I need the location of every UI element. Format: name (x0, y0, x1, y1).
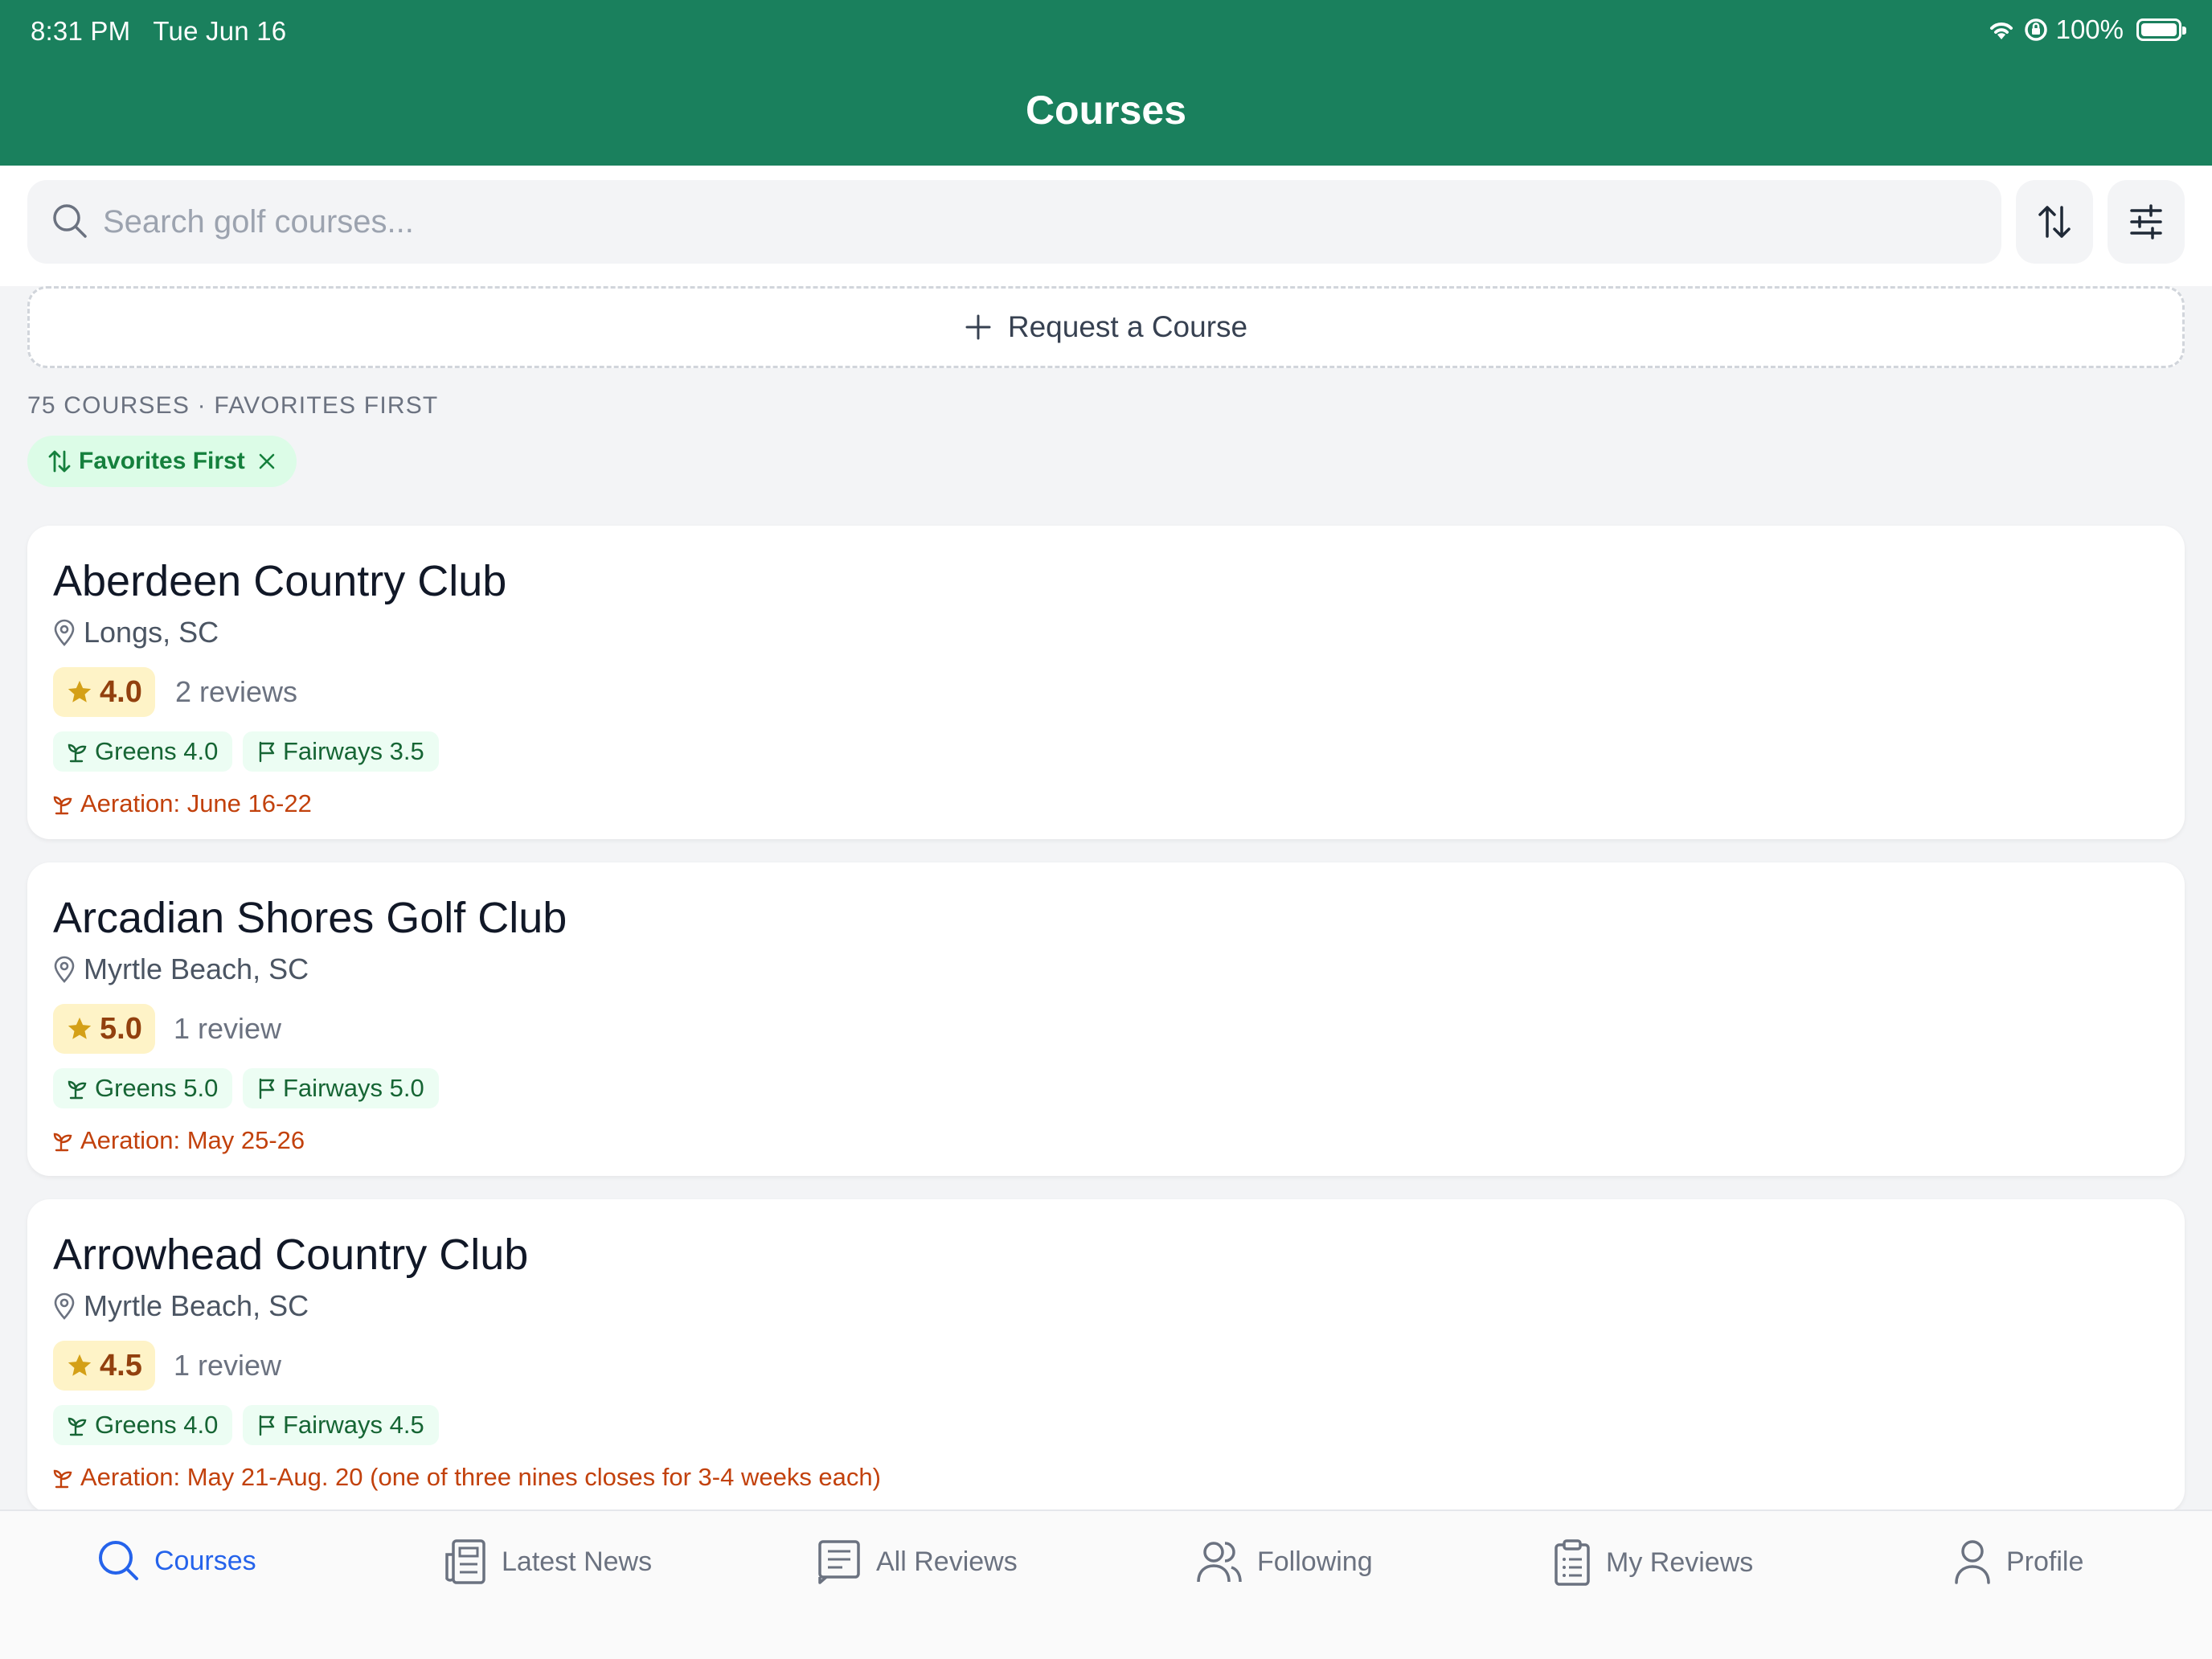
course-location-text: Longs, SC (84, 616, 219, 649)
status-clock: 8:31 PM (31, 16, 131, 46)
tab-label: All Reviews (876, 1546, 1018, 1577)
clipboard-icon (1555, 1539, 1590, 1586)
fairways-rating: Fairways 3.5 (283, 737, 424, 765)
status-date: Tue Jun 16 (153, 16, 287, 46)
star-icon (68, 1017, 92, 1039)
filter-button[interactable] (2108, 180, 2185, 264)
map-pin-icon (54, 956, 75, 983)
orientation-lock-icon (2024, 18, 2047, 41)
flag-icon (259, 1415, 275, 1436)
course-location: Myrtle Beach, SC (53, 952, 309, 986)
course-name: Aberdeen Country Club (53, 557, 507, 605)
battery-percent: 100% (2055, 14, 2124, 44)
plus-icon (965, 314, 991, 340)
rating-value: 4.5 (100, 1348, 142, 1382)
course-card[interactable]: Arrowhead Country Club Myrtle Beach, SC … (27, 1199, 2185, 1513)
tab-label: Following (1257, 1546, 1373, 1577)
tab-latest-news[interactable]: Latest News (442, 1538, 652, 1585)
flag-icon (259, 1078, 275, 1100)
flag-icon (259, 741, 275, 763)
sort-chip-label: Favorites First (79, 448, 245, 474)
sprout-icon (53, 1469, 72, 1489)
aeration-text: Aeration: June 16-22 (80, 789, 312, 817)
tab-bar: Courses Latest News All Reviews Followin… (0, 1509, 2212, 1659)
search-toolbar (0, 166, 2212, 286)
tab-all-reviews[interactable]: All Reviews (817, 1538, 1018, 1585)
aeration-text: Aeration: May 21-Aug. 20 (one of three n… (80, 1463, 881, 1491)
star-icon (68, 680, 92, 703)
greens-rating: Greens 5.0 (95, 1074, 219, 1102)
star-icon (68, 1354, 92, 1376)
page-title: Courses (1025, 88, 1187, 133)
map-pin-icon (54, 1292, 75, 1320)
fairways-rating: Fairways 5.0 (283, 1074, 424, 1102)
battery-icon (2136, 18, 2186, 41)
sort-chip-favorites-first[interactable]: Favorites First (27, 436, 297, 487)
tab-label: Profile (2006, 1546, 2084, 1577)
course-count-label: 75 COURSES · FAVORITES FIRST (27, 392, 439, 419)
search-input[interactable] (103, 180, 1976, 264)
course-location: Longs, SC (53, 616, 219, 649)
users-icon (1197, 1542, 1242, 1583)
fairways-tag: Fairways 5.0 (243, 1068, 439, 1108)
sliders-icon (2130, 204, 2162, 240)
person-icon (1955, 1540, 1990, 1584)
tab-my-reviews[interactable]: My Reviews (1553, 1538, 1753, 1587)
rating-badge: 4.0 (53, 667, 155, 717)
sprout-icon (68, 743, 87, 763)
review-count: 1 review (174, 1349, 282, 1382)
map-pin-icon (54, 619, 75, 646)
status-indicators: 100% (1987, 14, 2186, 45)
greens-tag: Greens 4.0 (53, 731, 233, 772)
course-location: Myrtle Beach, SC (53, 1289, 309, 1323)
course-location-text: Myrtle Beach, SC (84, 1289, 309, 1322)
rating-value: 4.0 (100, 674, 142, 709)
close-icon[interactable] (258, 453, 276, 470)
search-icon (99, 1541, 138, 1580)
search-icon (53, 204, 87, 238)
sprout-icon (68, 1417, 87, 1436)
request-course-label: Request a Course (1007, 310, 1248, 343)
aeration-notice: Aeration: May 21-Aug. 20 (one of three n… (53, 1463, 881, 1492)
request-course-button[interactable]: Request a Course (27, 286, 2185, 368)
app-header: 8:31 PM Tue Jun 16 100% Courses (0, 0, 2212, 166)
tab-courses[interactable]: Courses (96, 1538, 256, 1583)
sort-button[interactable] (2016, 180, 2093, 264)
rating-value: 5.0 (100, 1011, 142, 1046)
fairways-rating: Fairways 4.5 (283, 1411, 424, 1439)
greens-tag: Greens 5.0 (53, 1068, 233, 1108)
review-count: 2 reviews (175, 675, 298, 708)
sort-arrows-icon (48, 450, 71, 473)
course-card[interactable]: Arcadian Shores Golf Club Myrtle Beach, … (27, 862, 2185, 1176)
document-icon (818, 1540, 860, 1584)
tab-label: Courses (154, 1545, 256, 1576)
rating-badge: 5.0 (53, 1004, 155, 1054)
tab-following[interactable]: Following (1196, 1538, 1373, 1585)
tab-label: My Reviews (1606, 1546, 1754, 1578)
greens-rating: Greens 4.0 (95, 1411, 219, 1439)
course-name: Arcadian Shores Golf Club (53, 894, 567, 942)
sprout-icon (53, 796, 72, 815)
review-count: 1 review (174, 1012, 282, 1045)
tab-profile[interactable]: Profile (1953, 1538, 2083, 1585)
aeration-text: Aeration: May 25-26 (80, 1126, 305, 1154)
greens-rating: Greens 4.0 (95, 737, 219, 765)
course-name: Arrowhead Country Club (53, 1231, 529, 1279)
newspaper-icon (445, 1539, 485, 1584)
wifi-icon (1989, 23, 2013, 39)
sprout-icon (53, 1133, 72, 1152)
rating-badge: 4.5 (53, 1341, 155, 1391)
status-time: 8:31 PM Tue Jun 16 (31, 16, 286, 47)
course-location-text: Myrtle Beach, SC (84, 952, 309, 985)
course-card[interactable]: Aberdeen Country Club Longs, SC 4.0 2 re… (27, 526, 2185, 839)
tab-label: Latest News (502, 1546, 653, 1577)
greens-tag: Greens 4.0 (53, 1405, 233, 1445)
sprout-icon (68, 1080, 87, 1100)
sort-arrows-icon (2038, 206, 2071, 238)
aeration-notice: Aeration: June 16-22 (53, 789, 312, 818)
aeration-notice: Aeration: May 25-26 (53, 1126, 305, 1155)
search-box[interactable] (27, 180, 2001, 264)
fairways-tag: Fairways 3.5 (243, 731, 439, 772)
fairways-tag: Fairways 4.5 (243, 1405, 439, 1445)
